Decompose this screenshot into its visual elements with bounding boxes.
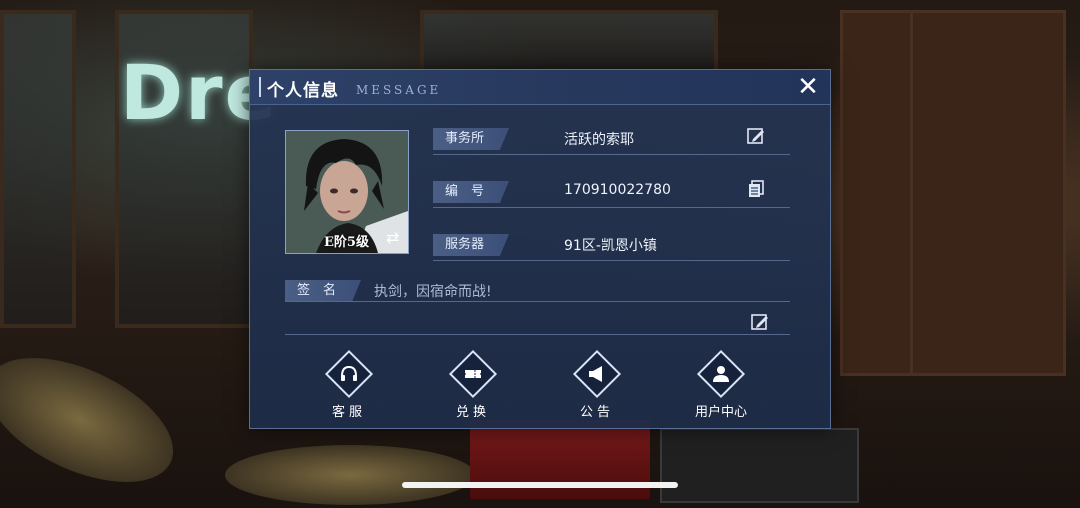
bg-drum-center [225,445,475,505]
bg-panel-right-2 [910,10,1066,376]
bg-cymbal-left [0,332,192,508]
copy-icon[interactable] [746,179,768,201]
bg-window-left [0,10,76,328]
edit-icon[interactable] [746,126,768,148]
menu-customer-service[interactable]: 客服 [304,349,394,420]
home-indicator[interactable] [402,482,678,488]
menu-redeem[interactable]: 兑换 [428,349,518,420]
field-label-office: 事务所 [433,128,509,150]
signature-divider-top [285,301,790,302]
field-row-server: 服务器 91区-凯恩小镇 [433,234,790,261]
dialog-subtitle: MESSAGE [356,83,442,97]
bg-panel-right-1 [840,10,916,376]
field-value-server: 91区-凯恩小镇 [564,238,657,254]
swap-avatar-icon[interactable]: ⇄ [386,228,399,247]
signature-value[interactable]: 执剑，因宿命而战! [374,281,492,301]
menu-label: 用户中心 [694,405,747,420]
field-label-server: 服务器 [433,234,509,256]
rank-label: E阶5级 [324,235,369,250]
field-row-id: 编 号 170910022780 [433,179,790,208]
menu-label: 兑换 [455,405,490,420]
user-icon [696,349,746,399]
signature-row: 签 名 执剑，因宿命而战! [285,280,790,302]
dialog-header: 个人信息 MESSAGE ✕ [250,70,830,105]
menu-label: 公告 [579,405,614,420]
menu-announcement[interactable]: 公告 [552,349,642,420]
close-button[interactable]: ✕ [794,73,822,101]
close-icon: ✕ [797,72,819,102]
header-accent-bar [259,77,261,97]
field-row-office: 事务所 活跃的索耶 [433,126,790,155]
bg-amplifier [660,428,859,503]
dialog-title: 个人信息 [267,81,339,101]
field-divider [433,154,790,155]
field-value-id: 170910022780 [564,182,671,198]
field-divider [433,207,790,208]
field-value-office: 活跃的索耶 [564,132,634,148]
signature-label: 签 名 [285,280,361,302]
signature-divider-bottom [285,334,790,335]
headset-icon [324,349,374,399]
profile-dialog: 个人信息 MESSAGE ✕ E阶5级 ⇄ 事务所 活跃的索耶 编 号 1709… [249,69,831,429]
menu-user-center[interactable]: 用户中心 [676,349,766,420]
signature-edit-icon[interactable] [750,312,772,334]
ticket-icon [448,349,498,399]
field-label-id: 编 号 [433,181,509,203]
avatar[interactable]: E阶5级 ⇄ [285,130,409,254]
megaphone-icon [572,349,622,399]
bg-window-mid [420,10,718,78]
menu-label: 客服 [331,405,366,420]
field-divider [433,260,790,261]
